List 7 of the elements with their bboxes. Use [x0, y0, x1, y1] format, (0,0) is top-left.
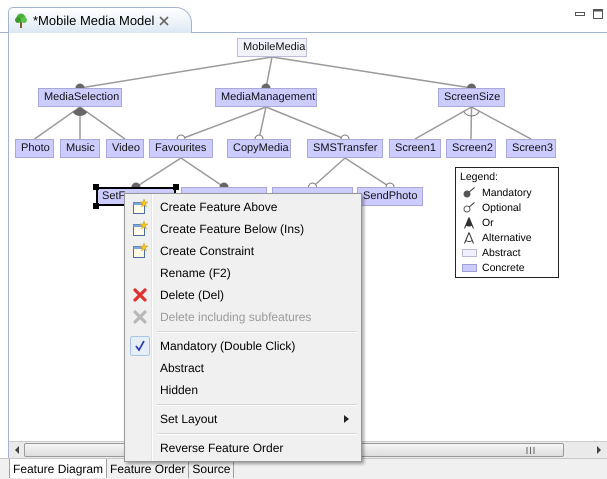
legend-label: Abstract	[482, 246, 521, 258]
legend-label: Mandatory	[482, 186, 532, 198]
legend-label: Optional	[482, 202, 522, 214]
legend-title: Legend:	[460, 170, 499, 184]
legend-label: Alternative	[482, 232, 532, 244]
legend-label: Concrete	[482, 262, 525, 274]
legend-label: Or	[482, 216, 494, 228]
